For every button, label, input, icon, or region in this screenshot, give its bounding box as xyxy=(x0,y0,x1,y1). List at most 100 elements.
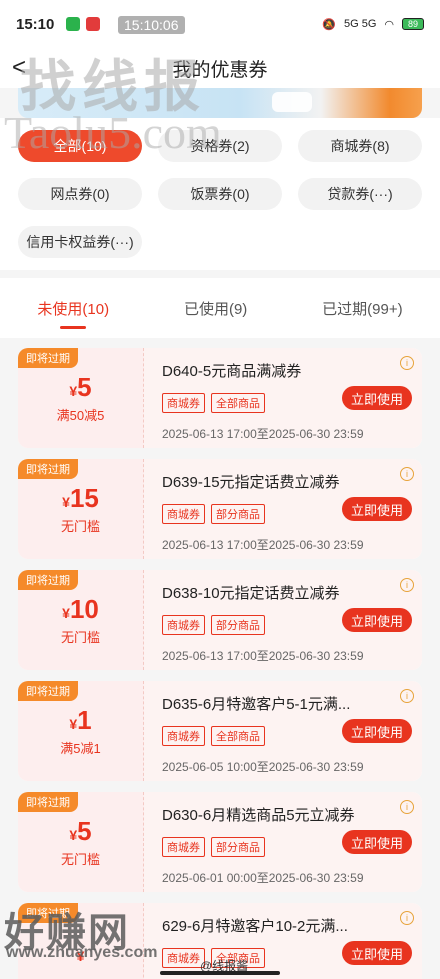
coupon-type-tag: 商城券 xyxy=(162,504,205,524)
coupon-title: D638-10元指定话费立减券 xyxy=(162,585,340,602)
info-icon[interactable]: i xyxy=(400,467,414,481)
tab-expired[interactable]: 已过期(99+) xyxy=(318,290,406,327)
coupon-condition: 无门槛 xyxy=(60,852,100,867)
coupon-amount: ¥15 xyxy=(62,483,99,514)
wechat-icon xyxy=(66,17,81,31)
currency-symbol: ¥ xyxy=(69,716,78,732)
currency-symbol: ¥ xyxy=(69,383,78,399)
coupon-details: D639-15元指定话费立减券 商城券 部分商品 2025-06-13 17:00… xyxy=(144,459,422,559)
use-now-button[interactable]: 立即使用 xyxy=(342,941,412,965)
coupon-card: 即将过期 ¥15 无门槛 D639-15元指定话费立减券 商城券 部分商品 202… xyxy=(18,459,422,559)
coupon-amount: ¥5 xyxy=(69,816,91,847)
status-time: 15:10 xyxy=(16,15,55,33)
expiring-badge: 即将过期 xyxy=(18,570,78,590)
info-icon[interactable]: i xyxy=(400,911,414,925)
expiring-badge: 即将过期 xyxy=(18,792,78,812)
currency-symbol: ¥ xyxy=(62,494,70,510)
filter-chip-mall[interactable]: 商城券(8) xyxy=(298,130,422,162)
coupon-scope-tag: 部分商品 xyxy=(211,504,265,524)
coupon-value-panel: 即将过期 ¥1 满5减1 xyxy=(18,681,144,781)
status-tabs: 未使用(10) 已使用(9) 已过期(99+) xyxy=(0,278,440,338)
coupon-title: D640-5元商品满减券 xyxy=(162,363,302,380)
coupon-condition: 满50减5 xyxy=(56,408,105,423)
coupon-details: D638-10元指定话费立减券 商城券 部分商品 2025-06-13 17:00… xyxy=(144,570,422,670)
coupon-title: D639-15元指定话费立减券 xyxy=(162,474,340,491)
coupon-value-panel: 即将过期 ¥5 无门槛 xyxy=(18,792,144,892)
coupon-type-tag: 商城券 xyxy=(162,948,205,968)
coupon-validity: 2025-06-13 17:00至2025-06-30 23:59 xyxy=(162,427,364,441)
home-indicator[interactable] xyxy=(160,971,280,975)
use-now-button[interactable]: 立即使用 xyxy=(342,497,412,521)
banner-product-image xyxy=(272,92,312,112)
status-right: 🔕 5G 5G ◠ 89 xyxy=(322,18,424,31)
signal-label: 5G 5G xyxy=(343,18,377,30)
use-now-button[interactable]: 立即使用 xyxy=(342,719,412,743)
coupon-card: 即将过期 ¥1 满5减1 D635-6月特邀客户5-1元满... 商城券 全部商品… xyxy=(18,681,422,781)
currency-symbol: ¥ xyxy=(62,605,70,621)
use-now-button[interactable]: 立即使用 xyxy=(342,386,412,410)
amount-value: 5 xyxy=(77,816,92,846)
use-now-button[interactable]: 立即使用 xyxy=(342,830,412,854)
coupon-validity: 2025-06-05 10:00至2025-06-30 23:59 xyxy=(162,760,364,774)
coupon-type-tag: 商城券 xyxy=(162,615,205,635)
info-icon[interactable]: i xyxy=(400,800,414,814)
currency-symbol: ¥ xyxy=(69,827,78,843)
coupon-scope-tag: 全部商品 xyxy=(211,726,265,746)
coupon-condition: 无门槛 xyxy=(60,519,100,534)
coupon-condition: 满5减1 xyxy=(60,741,101,756)
filter-chip-branch[interactable]: 网点券(0) xyxy=(18,178,142,210)
coupon-condition: 无门槛 xyxy=(60,630,100,645)
watermark-top-url: Taolu5.com xyxy=(4,107,222,158)
tab-used[interactable]: 已使用(9) xyxy=(180,290,251,327)
expiring-badge: 即将过期 xyxy=(18,681,78,701)
use-now-button[interactable]: 立即使用 xyxy=(342,608,412,632)
coupon-scope-tag: 全部商品 xyxy=(211,393,265,413)
coupon-scope-tag: 部分商品 xyxy=(211,615,265,635)
coupon-title: D630-6月精选商品5元立减券 xyxy=(162,807,355,824)
coupon-validity: 2025-06-13 17:00至2025-06-30 23:59 xyxy=(162,649,364,663)
coupon-card: 即将过期 ¥5 满50减5 D640-5元商品满减券 商城券 全部商品 2025-… xyxy=(18,348,422,448)
coupon-validity: 2025-06-13 17:00至2025-06-30 23:59 xyxy=(162,538,364,552)
coupon-type-tag: 商城券 xyxy=(162,837,205,857)
filter-chip-loan[interactable]: 贷款券(···) xyxy=(298,178,422,210)
battery-icon: 89 xyxy=(402,18,424,30)
coupon-amount: ¥5 xyxy=(69,372,91,403)
coupon-type-tag: 商城券 xyxy=(162,726,205,746)
filter-chip-credit-card[interactable]: 信用卡权益券(···) xyxy=(18,226,142,258)
coupon-validity: 2025-06-01 00:00至2025-06-30 23:59 xyxy=(162,871,364,885)
coupon-details: D630-6月精选商品5元立减券 商城券 部分商品 2025-06-01 00:0… xyxy=(144,792,422,892)
coupon-card: 即将过期 ¥10 无门槛 D638-10元指定话费立减券 商城券 部分商品 202… xyxy=(18,570,422,670)
wifi-icon: ◠ xyxy=(384,18,394,31)
coupon-title: D635-6月特邀客户5-1元满... xyxy=(162,696,351,713)
info-icon[interactable]: i xyxy=(400,356,414,370)
coupon-amount: ¥1 xyxy=(69,705,91,736)
coupon-list: 即将过期 ¥5 满50减5 D640-5元商品满减券 商城券 全部商品 2025-… xyxy=(0,338,440,979)
coupon-amount: ¥10 xyxy=(62,594,99,625)
amount-value: 15 xyxy=(69,483,99,513)
coupon-card: 即将过期 ¥5 无门槛 D630-6月精选商品5元立减券 商城券 部分商品 202… xyxy=(18,792,422,892)
coupon-value-panel: 即将过期 ¥10 无门槛 xyxy=(18,570,144,670)
overlay-clock: 15:10:06 xyxy=(118,16,185,34)
coupon-details: 629-6月特邀客户10-2元满... 商城券 全部商品 i 立即使用 xyxy=(144,903,422,979)
app-notification-icon xyxy=(86,17,101,31)
coupon-value-panel: 即将过期 ¥15 无门槛 xyxy=(18,459,144,559)
amount-value: 1 xyxy=(77,705,92,735)
amount-value: 5 xyxy=(77,372,92,402)
coupon-scope-tag: 部分商品 xyxy=(211,837,265,857)
coupon-details: D635-6月特邀客户5-1元满... 商城券 全部商品 2025-06-05 1… xyxy=(144,681,422,781)
info-icon[interactable]: i xyxy=(400,578,414,592)
tab-unused[interactable]: 未使用(10) xyxy=(33,290,113,327)
watermark-bottom-url: www.zhuanyes.com xyxy=(6,944,158,961)
amount-value: 10 xyxy=(69,594,99,624)
info-icon[interactable]: i xyxy=(400,689,414,703)
expiring-badge: 即将过期 xyxy=(18,459,78,479)
coupon-value-panel: 即将过期 ¥5 满50减5 xyxy=(18,348,144,448)
expiring-badge: 即将过期 xyxy=(18,348,78,368)
status-bar: 15:10 15:10:06 🔕 5G 5G ◠ 89 xyxy=(0,0,440,48)
status-app-icons xyxy=(66,17,101,31)
coupon-title: 629-6月特邀客户10-2元满... xyxy=(162,918,348,935)
coupon-details: D640-5元商品满减券 商城券 全部商品 2025-06-13 17:00至20… xyxy=(144,348,422,448)
filter-chip-meal[interactable]: 饭票券(0) xyxy=(158,178,282,210)
mute-icon: 🔕 xyxy=(322,18,336,31)
coupon-type-tag: 商城券 xyxy=(162,393,205,413)
